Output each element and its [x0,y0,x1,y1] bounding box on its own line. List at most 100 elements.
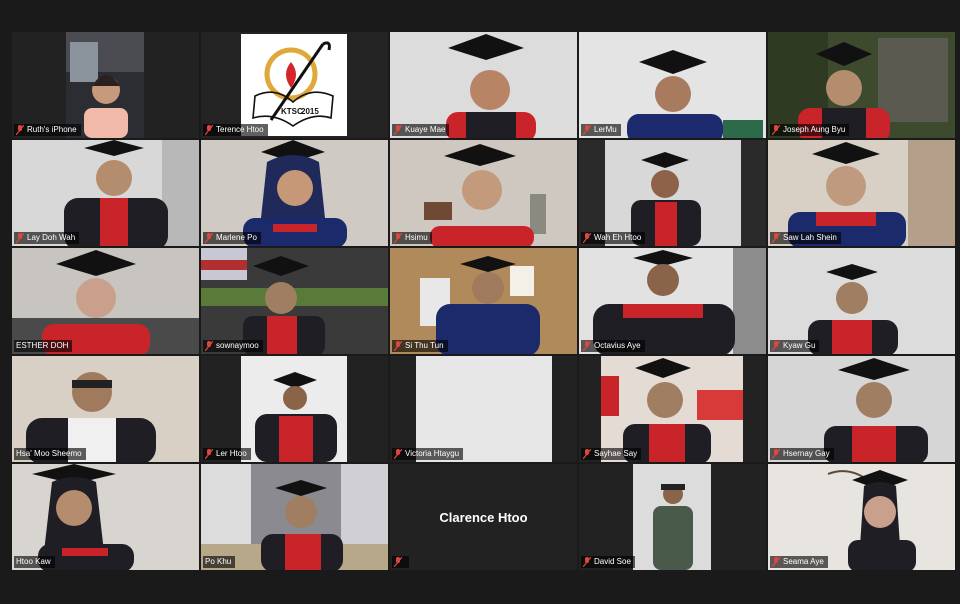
svg-text:KTSC: KTSC [281,107,303,116]
participant-name-tag: Kyaw Gu [770,340,820,352]
mic-muted-icon [772,125,780,135]
participant-video [601,356,743,462]
mic-muted-icon [16,233,24,243]
participant-video [633,464,711,570]
participant-video [579,32,766,138]
participant-tile-video-off[interactable]: Clarence Htoo [390,464,577,570]
participant-video [768,356,955,462]
mic-muted-icon [772,233,780,243]
participant-tile[interactable]: Hsa' Moo Sheemo [12,356,199,462]
participant-tile[interactable]: Kyaw Gu [768,248,955,354]
participant-video [579,140,766,246]
participant-name-tag: Terence Htoo [203,124,268,136]
participant-name-tag: Octavius Aye [581,340,645,352]
participant-video [12,356,199,462]
participant-video [241,356,347,462]
mic-muted-icon [394,341,402,351]
participant-name-tag [392,556,409,568]
participant-name-tag: sownaymoo [203,340,263,352]
participant-tile-active-speaker[interactable]: KTSC 2015 Terence Htoo [201,32,388,138]
mic-muted-icon [205,341,213,351]
participant-tile[interactable]: Octavius Aye [579,248,766,354]
participant-video [416,356,552,462]
participant-name-tag: Kuaye Mae [392,124,450,136]
participant-video: KTSC 2015 [201,32,388,138]
participant-video [390,140,577,246]
participant-name-tag: Lay Doh Wah [14,232,80,244]
participant-video [201,248,388,354]
participant-video [12,248,199,354]
participant-name-tag: Marlene Po [203,232,261,244]
participant-tile[interactable]: David Soe [579,464,766,570]
participant-tile[interactable]: Kuaye Mae [390,32,577,138]
participant-name-tag: David Soe [581,556,635,568]
mic-muted-icon [583,125,591,135]
mic-muted-icon [205,125,213,135]
participant-tile[interactable]: LerMu [579,32,766,138]
participant-name-tag: Hsa' Moo Sheemo [14,448,86,460]
participant-video [390,32,577,138]
participant-tile[interactable]: Saw Lah Shein [768,140,955,246]
mic-muted-icon [16,125,24,135]
participant-name-tag: Ler Htoo [203,448,251,460]
participant-tile[interactable]: Sayhae Say [579,356,766,462]
participant-tile[interactable]: Htoo Kaw [12,464,199,570]
participant-video [66,32,144,138]
participant-tile[interactable]: Ler Htoo [201,356,388,462]
participant-video [768,464,955,570]
mic-muted-icon [205,233,213,243]
participant-video [768,248,955,354]
participant-name-tag: Hsimu [392,232,432,244]
participant-tile[interactable]: sownaymoo [201,248,388,354]
participant-name-tag: Hsernay Gay [770,448,834,460]
participant-name-tag: ESTHER DOH [14,340,73,352]
participant-name-tag: Seama Aye [770,556,828,568]
mic-muted-icon [394,557,402,567]
participant-name-tag: Htoo Kaw [14,556,55,568]
participant-video [12,140,199,246]
participant-tile[interactable]: Hsernay Gay [768,356,955,462]
participant-tile[interactable]: Ruth's iPhone [12,32,199,138]
mic-muted-icon [583,449,591,459]
participant-name-tag: LerMu [581,124,621,136]
participant-name-tag: Victoria Htaygu [392,448,464,460]
participant-tile[interactable]: ESTHER DOH [12,248,199,354]
mic-muted-icon [394,233,402,243]
mic-muted-icon [394,125,402,135]
mic-muted-icon [205,449,213,459]
participant-name-tag: Saw Lah Shein [770,232,841,244]
participant-tile[interactable]: Victoria Htaygu [390,356,577,462]
video-grid: Ruth's iPhone KTSC 2015 Terence Htoo Kua… [12,32,955,570]
participant-name-tag: Wah Eh Htoo [581,232,646,244]
mic-muted-icon [772,557,780,567]
participant-tile[interactable]: Lay Doh Wah [12,140,199,246]
svg-text:2015: 2015 [301,107,319,116]
participant-video [201,464,388,570]
participant-video [201,140,388,246]
mic-muted-icon [772,449,780,459]
participant-video [12,464,199,570]
mic-muted-icon [394,449,402,459]
participant-tile[interactable]: Wah Eh Htoo [579,140,766,246]
mic-muted-icon [583,233,591,243]
participant-name-tag: Joseph Aung Byu [770,124,850,136]
participant-tile[interactable]: Si Thu Tun [390,248,577,354]
participant-name-tag: Si Thu Tun [392,340,448,352]
participant-tile[interactable]: Joseph Aung Byu [768,32,955,138]
participant-tile[interactable]: Seama Aye [768,464,955,570]
participant-name-tag: Ruth's iPhone [14,124,81,136]
participant-video [768,140,955,246]
participant-display-name: Clarence Htoo [439,509,528,525]
mic-muted-icon [583,341,591,351]
participant-tile[interactable]: Hsimu [390,140,577,246]
participant-video [768,32,955,138]
participant-video [579,248,766,354]
ktsc-logo: KTSC 2015 [241,34,347,136]
participant-name-tag: Sayhae Say [581,448,642,460]
mic-muted-icon [772,341,780,351]
participant-name-tag: Po Khu [203,556,236,568]
participant-tile[interactable]: Po Khu [201,464,388,570]
mic-muted-icon [583,557,591,567]
participant-video [390,248,577,354]
participant-tile[interactable]: Marlene Po [201,140,388,246]
